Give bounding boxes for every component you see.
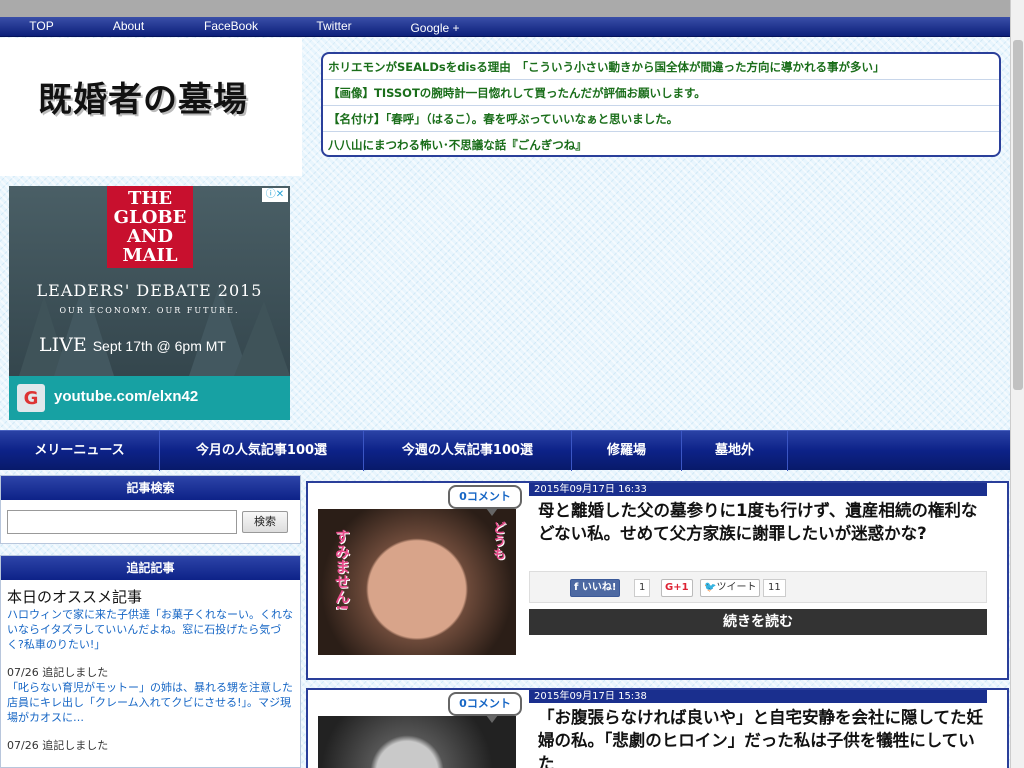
ad-live-time: Sept 17th @ 6pm MT bbox=[92, 338, 226, 354]
recent-date: 07/26 追記しました bbox=[7, 666, 109, 679]
social-buttons: f いいね! 1 G+1 🐦ツイート 11 bbox=[529, 571, 987, 603]
tweet-label: ツイート bbox=[716, 582, 757, 593]
recent-header: 追記記事 bbox=[1, 556, 300, 580]
globe-g-icon: G bbox=[17, 384, 45, 412]
article-title[interactable]: 母と離婚した父の墓参りに1度も行けず、遺産相続の権利などない私。せめて父方家族に… bbox=[538, 499, 983, 545]
article-card: 0コメント 2015年09月17日 15:38 「お腹張らなければ良いや」と自宅… bbox=[306, 688, 1009, 768]
search-header: 記事検索 bbox=[1, 476, 300, 500]
like-label: いいね! bbox=[581, 582, 617, 593]
browser-top-strip bbox=[0, 0, 1010, 18]
main-nav-shuraba[interactable]: 修羅場 bbox=[572, 431, 682, 471]
thumbnail-image bbox=[318, 716, 516, 768]
site-title[interactable]: 既婚者の墓場 bbox=[38, 72, 248, 121]
ad-url: youtube.com/elxn42 bbox=[54, 388, 199, 405]
article-date: 2015年09月17日 16:33 bbox=[529, 483, 987, 496]
twitter-bird-icon: 🐦 bbox=[704, 582, 717, 593]
facebook-like-button[interactable]: f いいね! bbox=[570, 579, 621, 597]
recommend-title: 本日のオススメ記事 bbox=[7, 588, 143, 606]
tweet-button[interactable]: 🐦ツイート bbox=[700, 579, 761, 597]
top-nav: TOP About FaceBook Twitter Google + bbox=[0, 17, 1010, 37]
ad-tagline: OUR ECONOMY. OUR FUTURE. bbox=[59, 306, 240, 315]
top-nav-about[interactable]: About bbox=[83, 17, 174, 37]
gplus-button[interactable]: G+1 bbox=[661, 579, 693, 597]
main-nav-bochigai[interactable]: 墓地外 bbox=[682, 431, 788, 471]
main-nav: メリーニュース 今月の人気記事100選 今週の人気記事100選 修羅場 墓地外 bbox=[0, 430, 1010, 471]
recent-date: 07/26 追記しました bbox=[7, 739, 109, 752]
comment-count-bubble[interactable]: 0コメント bbox=[448, 692, 522, 723]
comment-count-bubble[interactable]: 0コメント bbox=[448, 485, 522, 516]
main-nav-weekly-top100[interactable]: 今週の人気記事100選 bbox=[364, 431, 572, 471]
article-date: 2015年09月17日 15:38 bbox=[529, 690, 987, 703]
tweet-count: 11 bbox=[763, 579, 786, 597]
scrollbar[interactable] bbox=[1010, 0, 1024, 768]
top-nav-googleplus[interactable]: Google + bbox=[380, 19, 490, 39]
article-thumbnail[interactable]: すみません! どうも bbox=[318, 509, 516, 655]
ad-live: LIVE Sept 17th @ 6pm MT bbox=[39, 334, 226, 356]
recent-link[interactable]: ハロウィンで家に来た子供達「お菓子くれなーい。くれないならイタズラしていいんだよ… bbox=[1, 607, 300, 652]
top-nav-twitter[interactable]: Twitter bbox=[288, 17, 380, 37]
recent-link[interactable]: 「叱らない育児がモットー」の姉は、暴れる甥を注意した店員にキレ出し「クレーム入れ… bbox=[1, 680, 300, 725]
article-thumbnail[interactable] bbox=[318, 716, 516, 768]
headline-link[interactable]: 【画像】TISSOTの腕時計一目惚れして買ったんだが評価お願いします。 bbox=[323, 80, 999, 106]
headline-ticker: ホリエモンがSEALDsをdisる理由 「こういう小さい動きから国全体が間違った… bbox=[321, 52, 1001, 157]
search-button[interactable]: 検索 bbox=[242, 511, 288, 533]
headline-link[interactable]: 八八山にまつわる怖い･不思議な話『ごんぎつね』 bbox=[323, 132, 999, 155]
ad-footer: G youtube.com/elxn42 bbox=[9, 376, 290, 420]
article-title[interactable]: 「お腹張らなければ良いや」と自宅安静を会社に隠してた妊婦の私。「悲劇のヒロイン」… bbox=[538, 706, 983, 768]
top-nav-top[interactable]: TOP bbox=[0, 17, 83, 37]
top-nav-facebook[interactable]: FaceBook bbox=[174, 17, 288, 37]
main-nav-monthly-top100[interactable]: 今月の人気記事100選 bbox=[160, 431, 364, 471]
like-count: 1 bbox=[634, 579, 651, 597]
scrollbar-thumb[interactable] bbox=[1013, 40, 1023, 390]
recent-updates-box: 追記記事 本日のオススメ記事 ハロウィンで家に来た子供達「お菓子くれなーい。くれ… bbox=[0, 555, 301, 768]
thumbnail-text: どうも bbox=[490, 521, 505, 560]
globe-and-mail-logo: THE GLOBE AND MAIL bbox=[107, 186, 193, 268]
thumbnail-text: すみません! bbox=[333, 529, 351, 611]
ad-headline: LEADERS' DEBATE 2015 bbox=[36, 281, 263, 300]
facebook-icon: f bbox=[574, 582, 582, 593]
ad-banner[interactable]: THE GLOBE AND MAIL ⓘ✕ LEADERS' DEBATE 2015 … bbox=[9, 186, 290, 420]
article-card: すみません! どうも 0コメント 2015年09月17日 16:33 母と離婚し… bbox=[306, 481, 1009, 680]
headline-link[interactable]: 【名付け】「春呼」（はるこ）。春を呼ぶっていいなぁと思いました。 bbox=[323, 106, 999, 132]
search-box: 記事検索 検索 bbox=[0, 475, 301, 544]
adchoices-icon[interactable]: ⓘ✕ bbox=[262, 188, 288, 202]
read-more-button[interactable]: 続きを読む bbox=[529, 609, 987, 635]
headline-link[interactable]: ホリエモンがSEALDsをdisる理由 「こういう小さい動きから国全体が間違った… bbox=[323, 54, 999, 80]
search-input[interactable] bbox=[7, 510, 237, 534]
main-nav-merry-news[interactable]: メリーニュース bbox=[0, 431, 160, 471]
ad-live-label: LIVE bbox=[39, 334, 87, 356]
